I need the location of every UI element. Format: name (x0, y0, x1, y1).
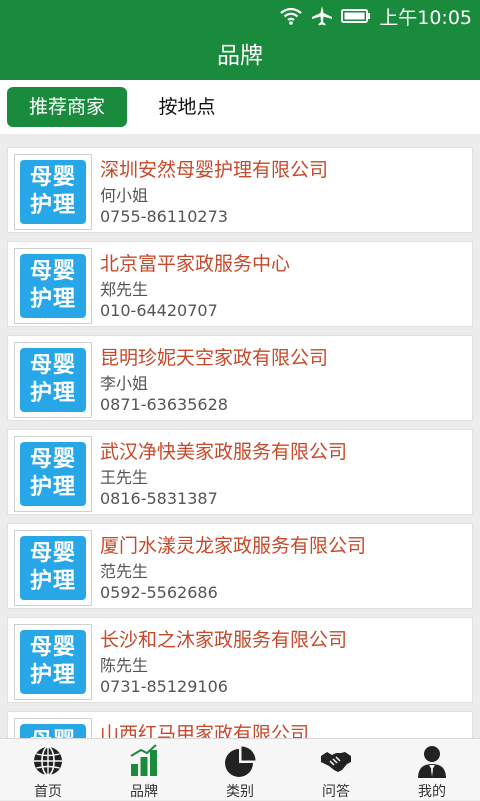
business-name: 山西红马甲家政有限公司 (100, 723, 310, 738)
wifi-icon (280, 7, 302, 25)
business-phone[interactable]: 0816-5831387 (100, 489, 218, 508)
business-name: 昆明珍妮天空家政有限公司 (100, 347, 329, 369)
handshake-icon (321, 752, 351, 772)
nav-qa[interactable]: 问答 (288, 739, 384, 801)
page-title: 品牌 (0, 32, 480, 80)
business-phone[interactable]: 0871-63635628 (100, 395, 228, 414)
tab-by-location[interactable]: 按地点 (137, 87, 237, 127)
business-name: 深圳安然母婴护理有限公司 (100, 159, 329, 181)
nav-label: 问答 (322, 784, 350, 800)
business-logo: 母婴护理 (14, 530, 92, 606)
nav-label: 品牌 (130, 784, 158, 800)
nav-category[interactable]: 类别 (192, 739, 288, 801)
business-contact: 王先生 (100, 468, 149, 487)
business-contact: 范先生 (100, 562, 149, 581)
nav-home[interactable]: 首页 (0, 739, 96, 801)
tab-recommended[interactable]: 推荐商家 (7, 87, 127, 127)
list-item[interactable]: 母婴 护理 昆明珍妮天空家政有限公司 李小姐 0871-63635628 (7, 335, 473, 421)
business-contact: 何小姐 (100, 186, 149, 205)
nav-mine[interactable]: 我的 (384, 739, 480, 801)
business-contact: 李小姐 (100, 374, 149, 393)
battery-icon (341, 9, 371, 23)
user-icon (418, 746, 446, 778)
nav-label: 我的 (418, 784, 446, 800)
pie-chart-icon (225, 746, 256, 777)
globe-icon (34, 746, 62, 776)
business-logo: 母婴护理 (14, 342, 92, 418)
bar-chart-icon (130, 744, 157, 776)
business-phone[interactable]: 0592-5562686 (100, 583, 218, 602)
business-phone[interactable]: 0731-85129106 (100, 677, 228, 696)
business-name: 武汉净快美家政服务有限公司 (100, 441, 348, 463)
list-item[interactable]: 母婴 护理 长沙和之沐家政服务有限公司 陈先生 0731-85129106 (7, 617, 473, 703)
list-item[interactable]: 母婴 护理 厦门水漾灵龙家政服务有限公司 范先生 0592-5562686 (7, 523, 473, 609)
business-name: 厦门水漾灵龙家政服务有限公司 (100, 535, 367, 557)
nav-brand[interactable]: 品牌 (96, 739, 192, 801)
tab-bar: 推荐商家 按地点 (0, 80, 480, 134)
list-item[interactable]: 母婴护理 山西红马甲家政有限公司 (7, 711, 473, 738)
business-logo: 母婴护理 (14, 154, 92, 230)
business-logo: 母婴护理 (14, 624, 92, 700)
business-logo: 母婴护理 (14, 248, 92, 324)
list-item[interactable]: 母婴 护理 武汉净快美家政服务有限公司 王先生 0816-5831387 (7, 429, 473, 515)
business-phone[interactable]: 0755-86110273 (100, 207, 228, 226)
status-bar: 上午10:05 (0, 0, 480, 32)
airplane-icon (312, 6, 333, 26)
status-time: 上午10:05 (379, 6, 472, 29)
business-name: 北京富平家政服务中心 (100, 253, 291, 275)
business-contact: 郑先生 (100, 280, 149, 299)
business-contact: 陈先生 (100, 656, 149, 675)
nav-label: 类别 (226, 784, 254, 800)
nav-label: 首页 (34, 784, 62, 800)
business-logo: 母婴护理 (14, 436, 92, 512)
business-name: 长沙和之沐家政服务有限公司 (100, 629, 348, 651)
business-phone[interactable]: 010-64420707 (100, 301, 218, 320)
list-item[interactable]: 母婴 护理 北京富平家政服务中心 郑先生 010-64420707 (7, 241, 473, 327)
bottom-nav: 首页 品牌 类别 问答 我的 (0, 738, 480, 800)
list-item[interactable]: 母婴 护理 深圳安然母婴护理有限公司 何小姐 0755-86110273 (7, 147, 473, 233)
business-list[interactable]: 母婴 护理 深圳安然母婴护理有限公司 何小姐 0755-86110273 母婴 护理… (0, 146, 480, 738)
business-logo: 母婴护理 (14, 718, 92, 738)
